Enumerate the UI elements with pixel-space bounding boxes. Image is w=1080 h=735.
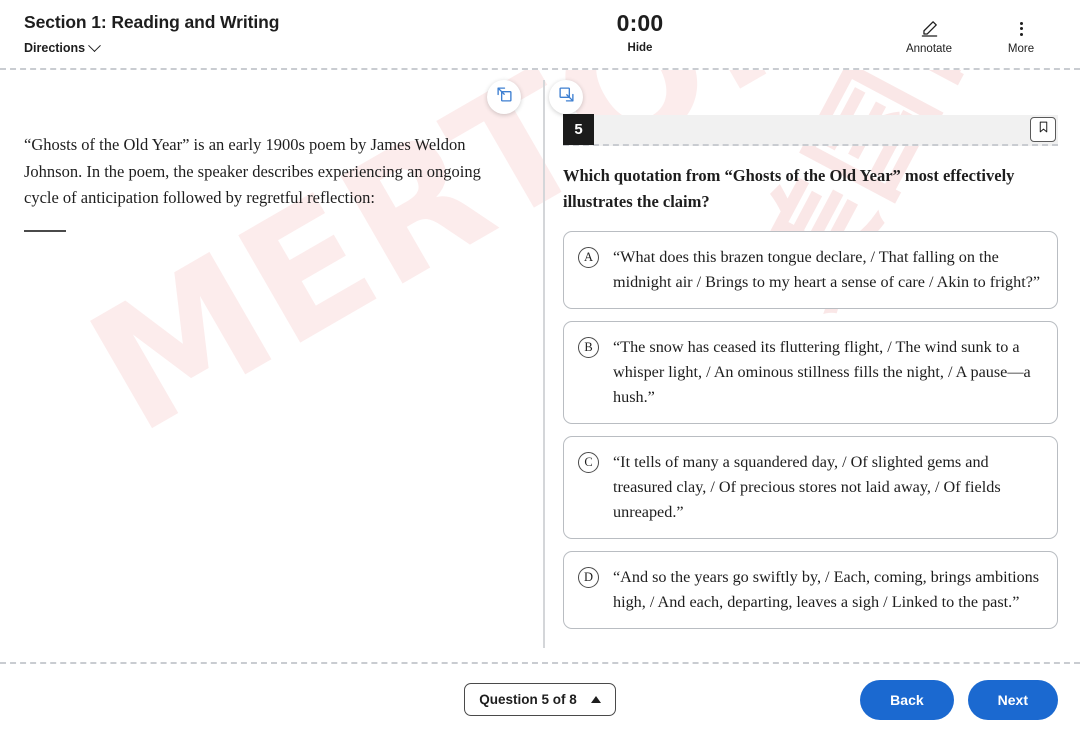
expand-question-button[interactable] [549,80,583,114]
footer-center-group: Question 5 of 8 [420,683,660,716]
answer-choice-c[interactable]: C “It tells of many a squandered day, / … [563,436,1058,540]
choice-letter-c: C [578,452,599,474]
answer-choice-b[interactable]: B “The snow has ceased its fluttering fl… [563,321,1058,425]
sat-test-app: MERTON 美国留学 Section 1: Reading and Writi… [0,0,1080,735]
expand-left-icon [558,86,575,108]
choice-letter-a: A [578,247,599,269]
annotate-button[interactable]: Annotate [898,18,960,55]
caret-up-icon [590,696,601,703]
directions-toggle[interactable]: Directions [24,38,102,55]
question-navigator-label: Question 5 of 8 [479,692,577,707]
directions-label: Directions [24,41,86,55]
content-area: “Ghosts of the Old Year” is an early 190… [0,70,1080,662]
answer-choice-a[interactable]: A “What does this brazen tongue declare,… [563,231,1058,310]
next-button[interactable]: Next [967,679,1058,720]
choice-letter-d: D [578,567,599,589]
vertical-dots-icon [1019,18,1023,38]
choice-letter-b: B [578,337,599,359]
question-stem: Which quotation from “Ghosts of the Old … [563,166,1015,212]
back-button[interactable]: Back [860,679,954,720]
more-label: More [1007,43,1035,55]
footer-nav-group: Back Next [660,679,1058,720]
bookmark-button[interactable] [1030,117,1056,142]
timer-group: 0:00 Hide [454,8,826,56]
expand-passage-button[interactable] [487,80,521,114]
choice-text-a: “What does this brazen tongue declare, /… [613,248,1041,291]
passage-blank-underline [24,230,66,232]
countdown-timer: 0:00 [616,10,664,36]
page-title: Section 1: Reading and Writing [24,12,280,32]
answer-choice-d[interactable]: D “And so the years go swiftly by, / Eac… [563,551,1058,630]
choice-text-d: “And so the years go swiftly by, / Each,… [613,568,1040,611]
question-header-bar: 5 [563,114,1058,146]
passage-pane: “Ghosts of the Old Year” is an early 190… [0,70,543,662]
choice-text-b: “The snow has ceased its fluttering flig… [613,338,1031,406]
more-button[interactable]: More [990,18,1052,55]
chevron-down-icon [88,38,102,52]
header-tools-group: Annotate More [826,8,1056,55]
pen-highlighter-icon [920,18,939,38]
question-navigator-button[interactable]: Question 5 of 8 [464,683,616,716]
expand-right-icon [496,86,513,108]
app-footer: Question 5 of 8 Back Next [0,662,1080,735]
bookmark-icon [1037,120,1050,139]
question-number-badge: 5 [563,114,594,145]
choice-text-c: “It tells of many a squandered day, / Of… [613,453,1001,521]
question-pane: 5 Which quotation from “Ghosts of the Ol… [545,70,1080,662]
annotate-label: Annotate [905,43,953,55]
app-header: Section 1: Reading and Writing Direction… [0,0,1080,70]
hide-timer-button[interactable]: Hide [628,42,653,54]
header-left-group: Section 1: Reading and Writing Direction… [24,8,454,57]
passage-text: “Ghosts of the Old Year” is an early 190… [24,135,481,208]
answer-choice-list: A “What does this brazen tongue declare,… [563,231,1058,630]
